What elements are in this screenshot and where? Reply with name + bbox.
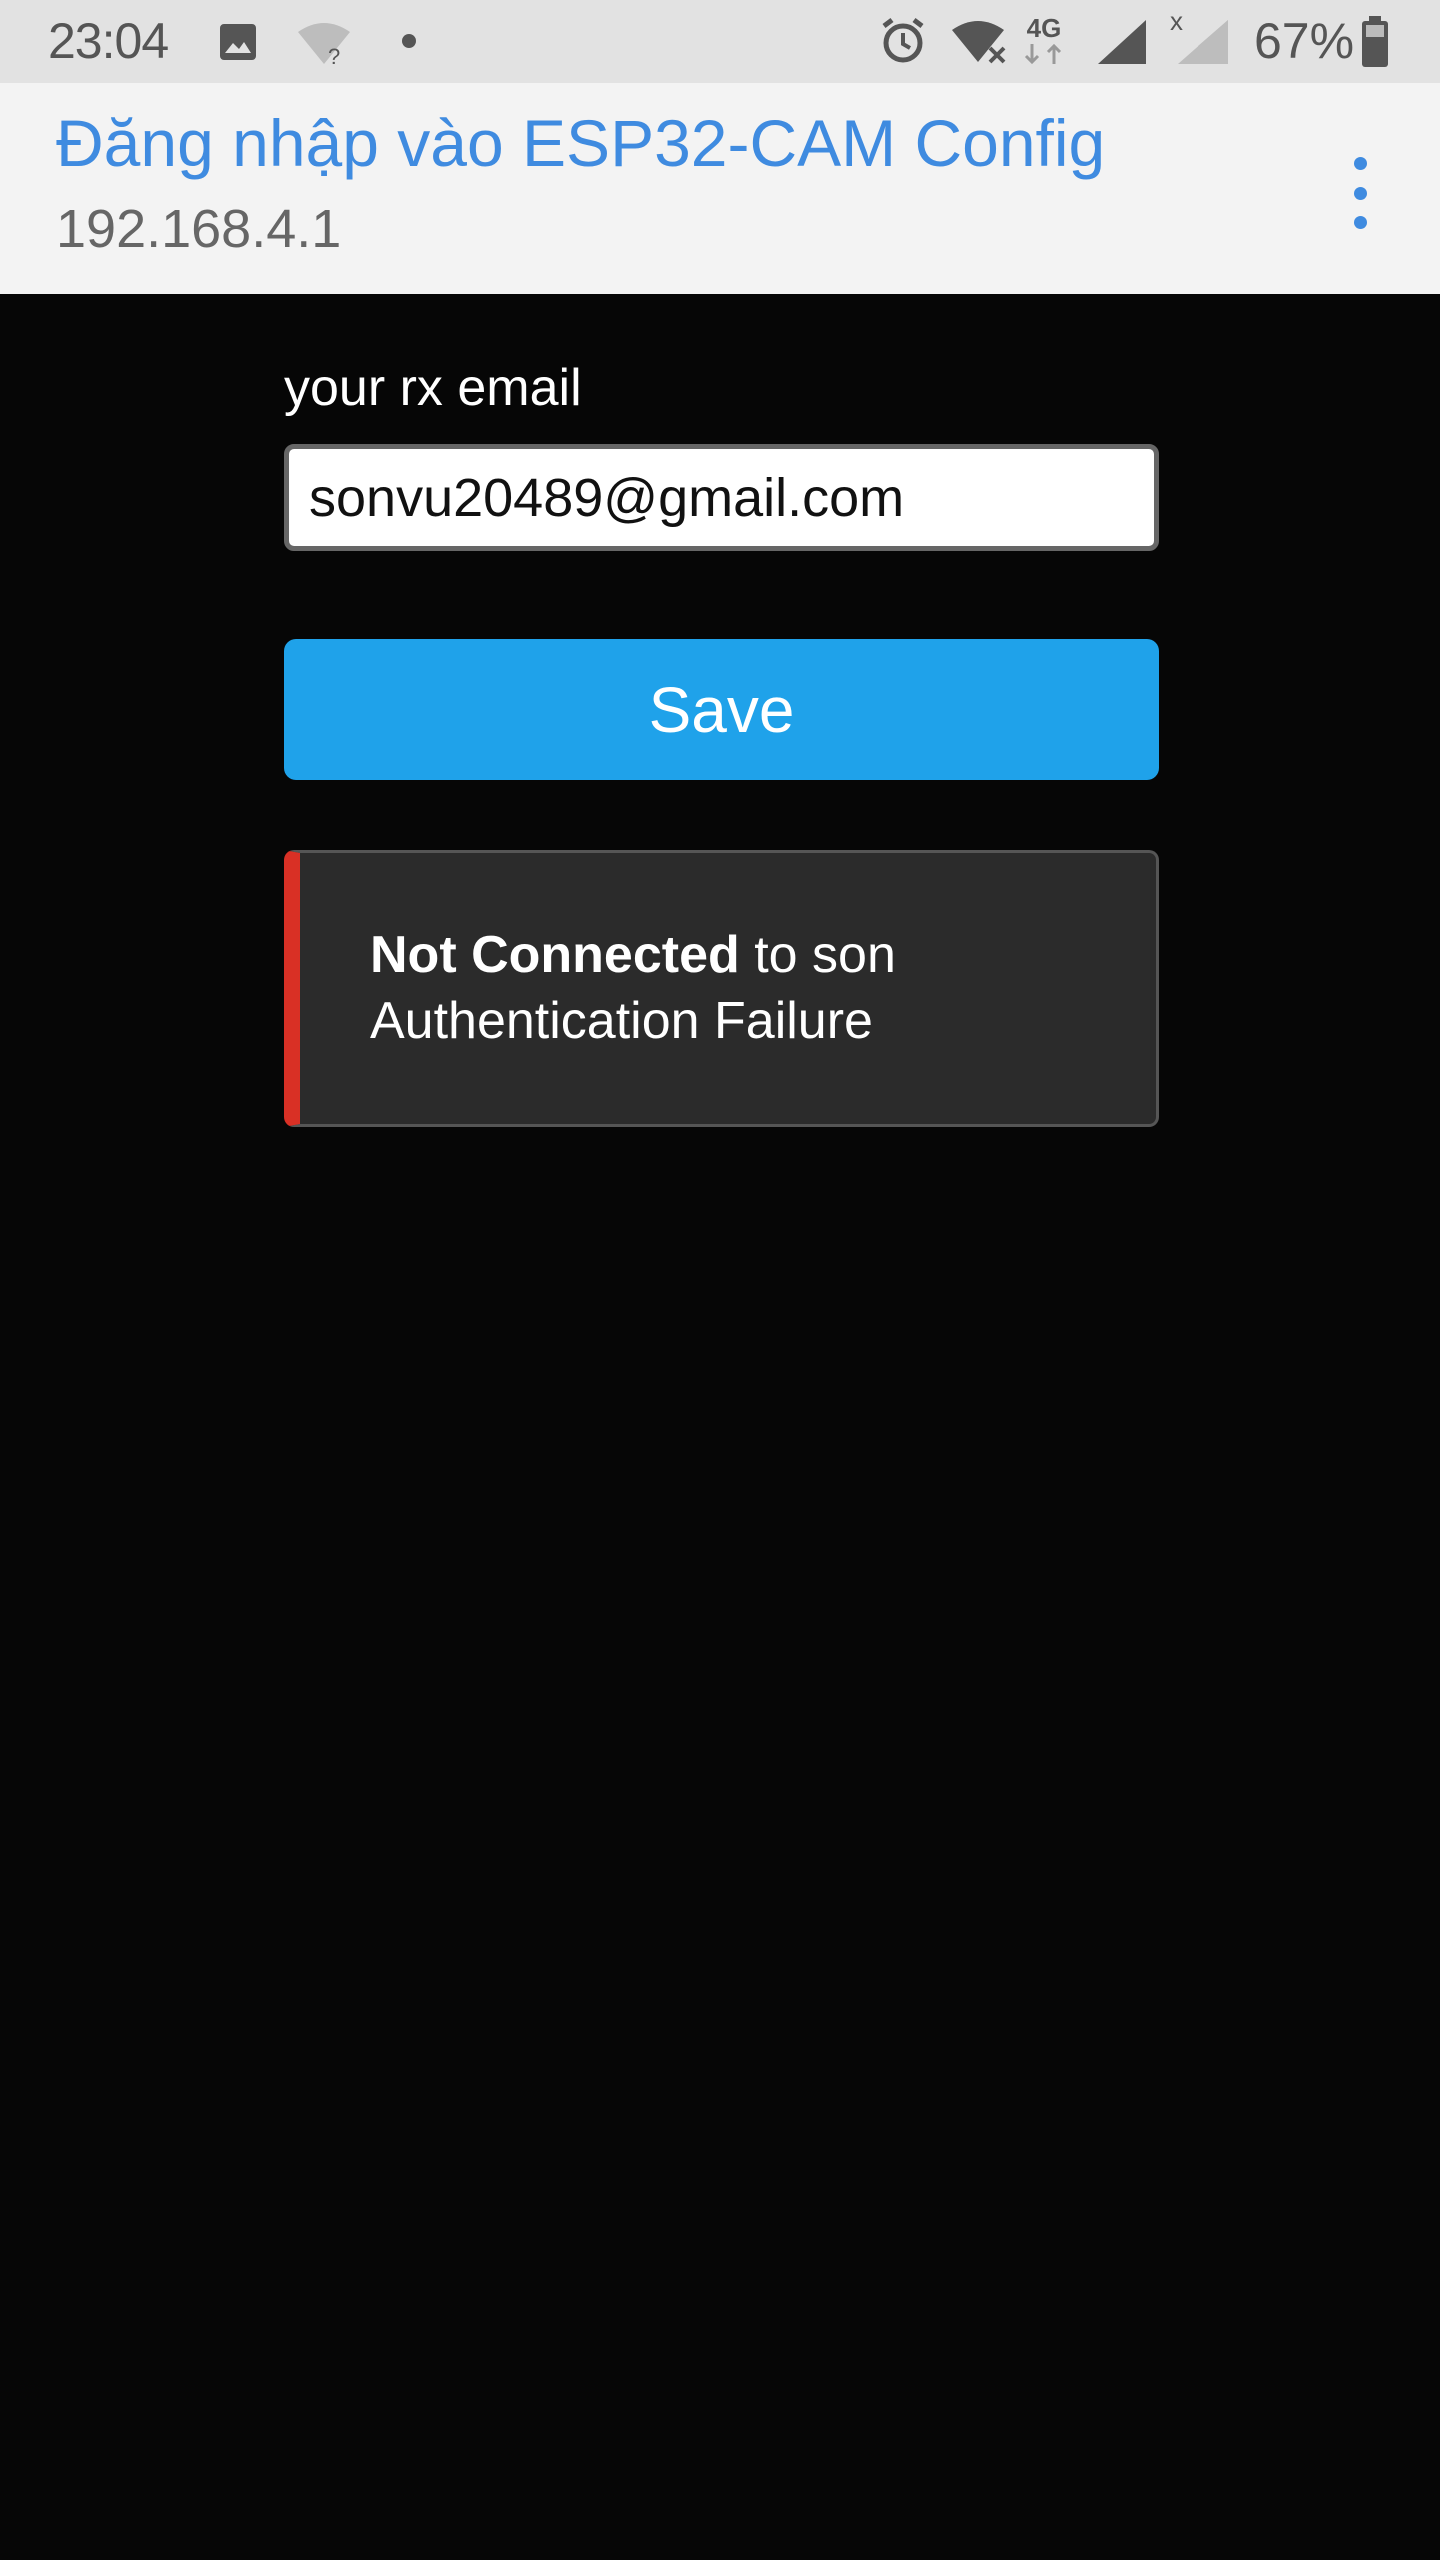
alert-status-line: Not Connected to son xyxy=(370,925,896,985)
image-icon xyxy=(218,22,258,62)
app-bar: Đăng nhập vào ESP32-CAM Config 192.168.4… xyxy=(0,83,1440,294)
cell-signal-icon xyxy=(1096,18,1148,66)
config-form: your rx email Save Not Connected to son … xyxy=(0,294,1440,2560)
menu-dot xyxy=(1353,216,1367,229)
status-time: 23:04 xyxy=(48,13,169,69)
cell-signal-x-icon: x xyxy=(1170,8,1230,66)
svg-text:x: x xyxy=(1170,8,1183,36)
alert-status-rest: to son xyxy=(739,926,896,984)
status-bar: 23:04 ? 4G x 67% xyxy=(0,0,1440,83)
4g-data-icon: 4G xyxy=(1022,14,1066,66)
save-button[interactable]: Save xyxy=(284,639,1159,780)
wifi-question-icon: ? xyxy=(296,20,352,66)
network-label: 4G xyxy=(1026,13,1062,43)
alert-detail: Authentication Failure xyxy=(370,992,873,1050)
email-field[interactable] xyxy=(284,444,1159,551)
dot-icon xyxy=(401,33,417,49)
svg-text:?: ? xyxy=(328,44,340,66)
connection-status-alert: Not Connected to son Authentication Fail… xyxy=(284,850,1159,1127)
menu-dot xyxy=(1353,157,1367,170)
more-vert-icon[interactable] xyxy=(1340,153,1380,233)
menu-dot xyxy=(1353,186,1367,200)
alarm-icon xyxy=(878,16,928,66)
page-url: 192.168.4.1 xyxy=(56,199,342,259)
battery-icon xyxy=(1360,16,1390,68)
email-label: your rx email xyxy=(284,359,582,417)
battery-percent: 67% xyxy=(1254,13,1355,69)
alert-status-strong: Not Connected xyxy=(370,926,740,984)
page-title: Đăng nhập vào ESP32-CAM Config xyxy=(56,106,1106,180)
wifi-off-icon xyxy=(950,18,1010,66)
